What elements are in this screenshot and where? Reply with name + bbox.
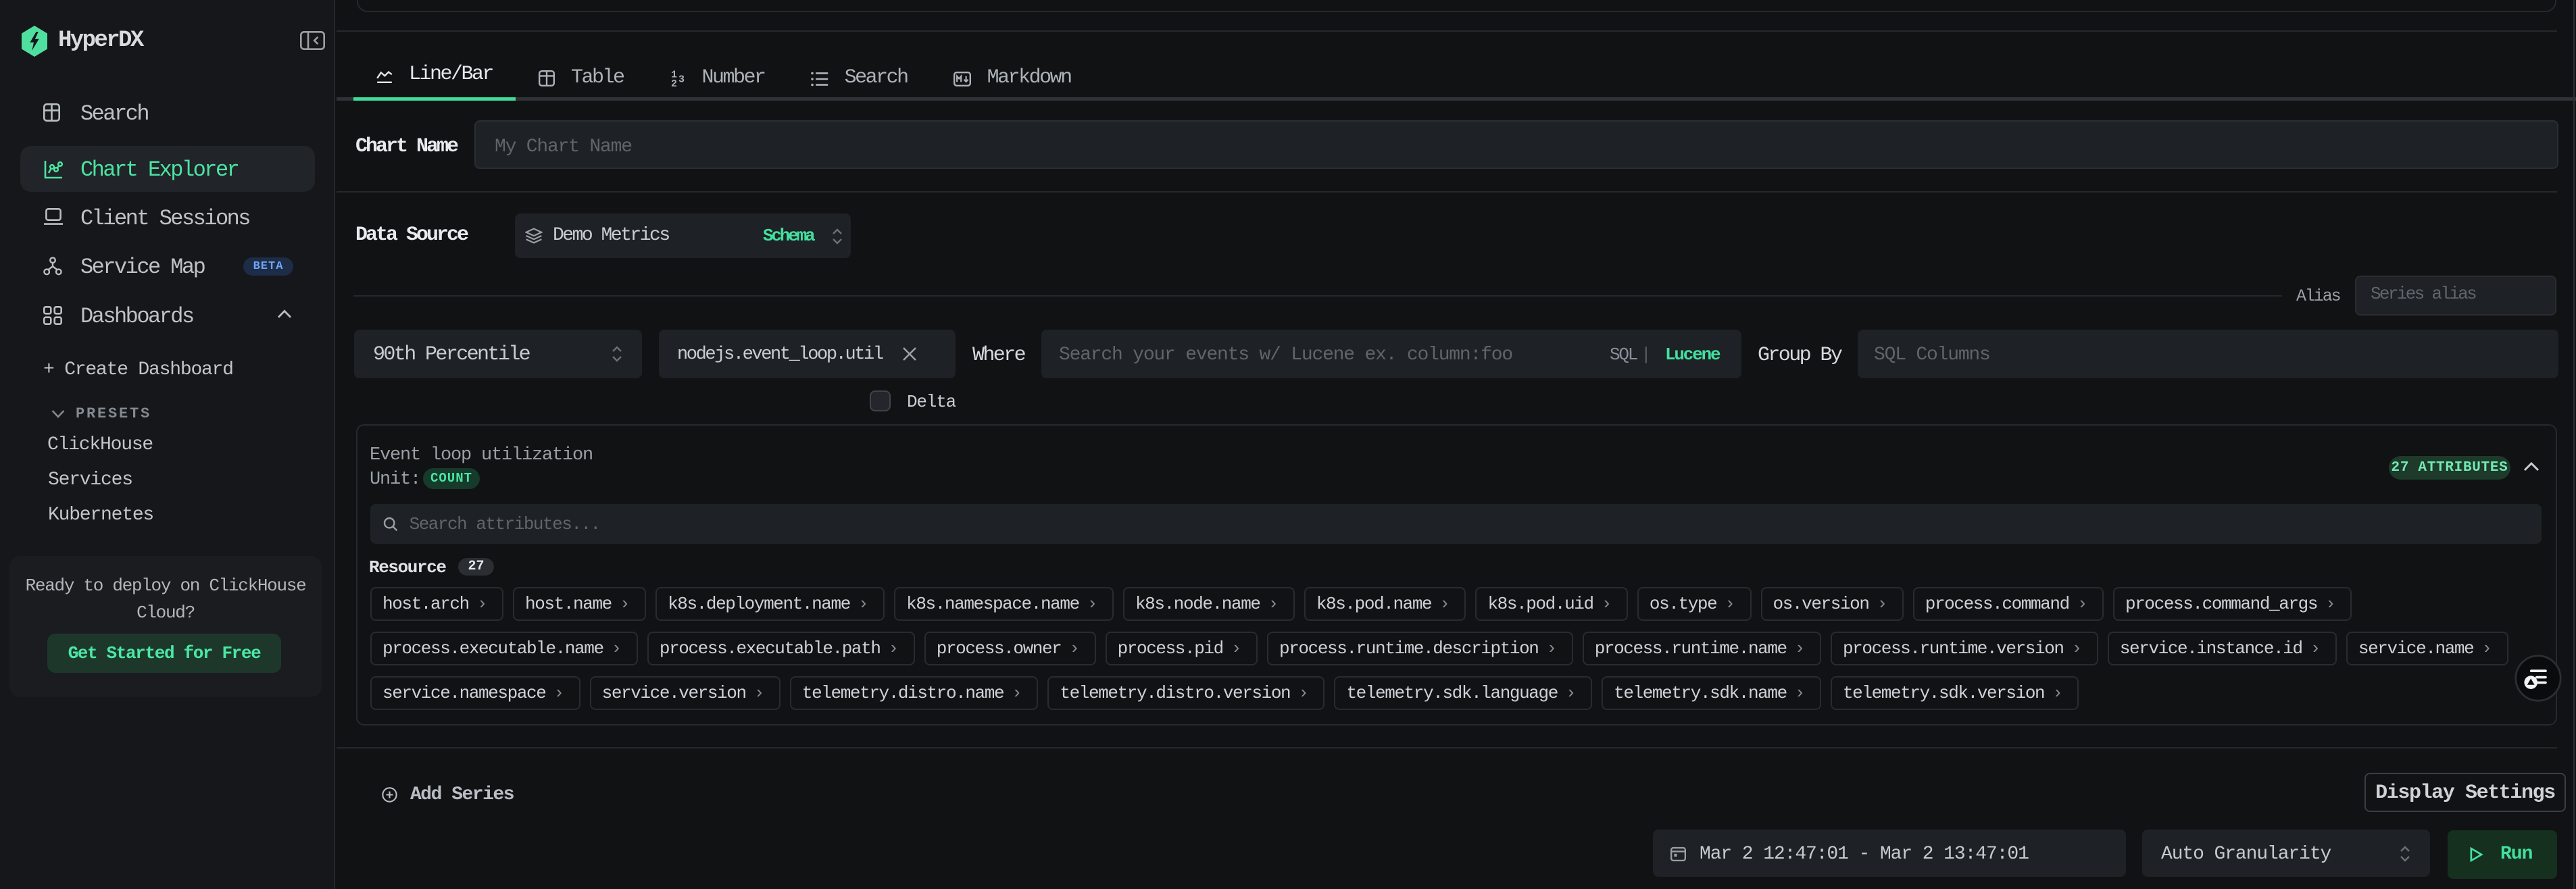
svg-text:2: 2: [671, 78, 677, 86]
svg-text:3: 3: [678, 74, 685, 86]
